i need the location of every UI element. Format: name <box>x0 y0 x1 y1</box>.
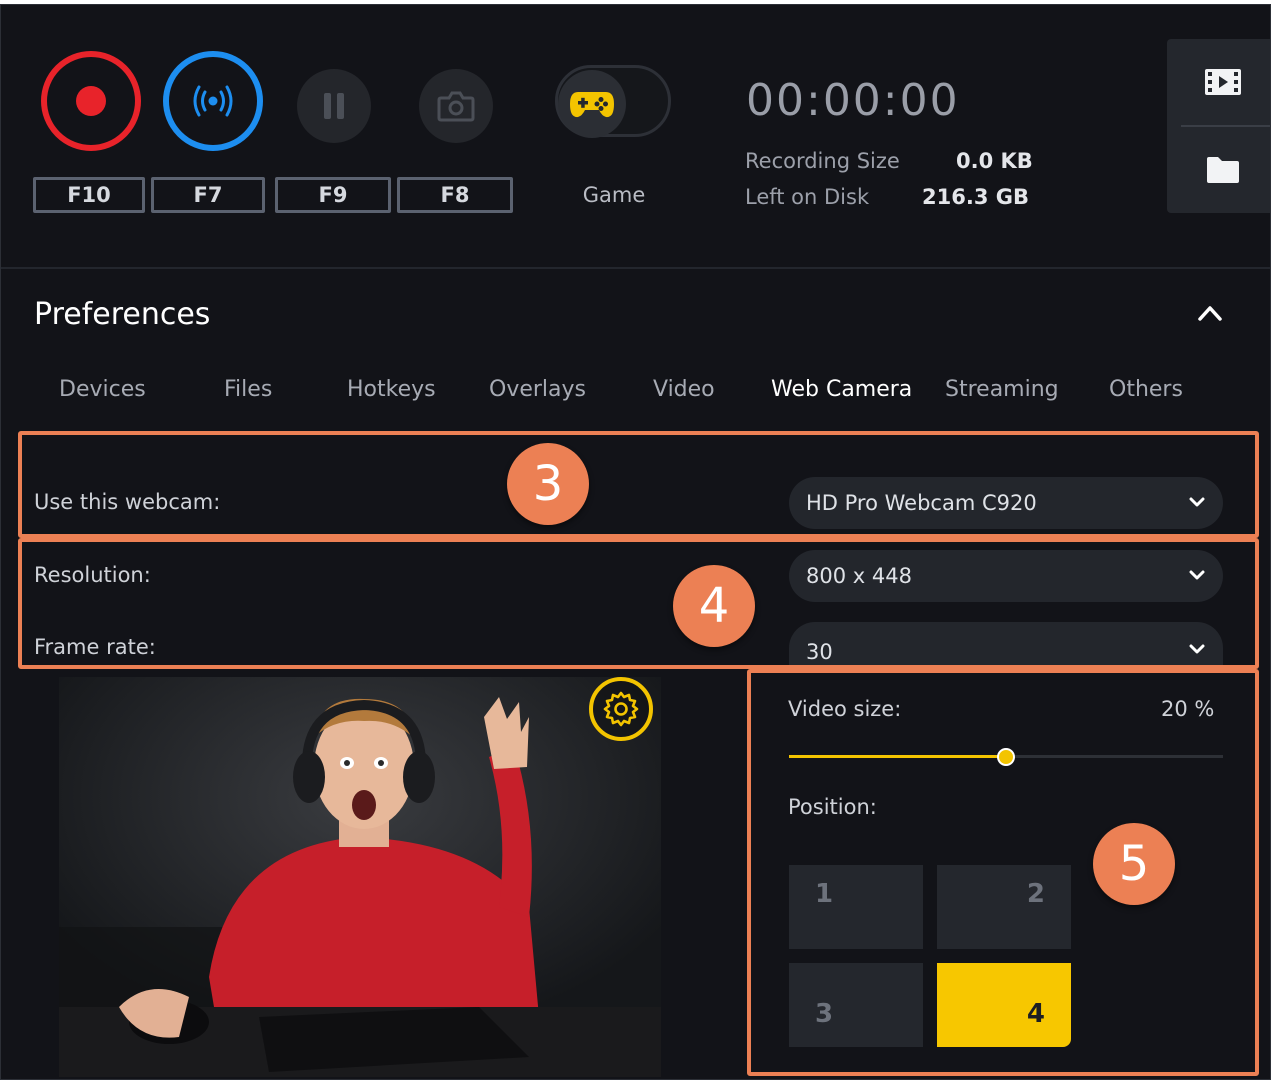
callout-box-3 <box>18 431 1259 538</box>
output-side-panel <box>1167 39 1270 213</box>
record-icon <box>76 86 106 116</box>
open-folder-button[interactable] <box>1205 155 1241 185</box>
recording-toolbar: F10 F7 F9 F8 Game 00:00:00 Recording Siz… <box>1 5 1270 269</box>
webcam-settings-button[interactable] <box>589 677 653 741</box>
stream-icon <box>193 85 233 117</box>
preferences-title: Preferences <box>34 297 211 332</box>
callout-badge-4: 4 <box>673 565 755 647</box>
side-panel-divider <box>1181 125 1270 127</box>
camera-icon <box>437 91 475 122</box>
screenshot-button[interactable] <box>419 69 493 143</box>
stream-button[interactable] <box>163 51 263 151</box>
left-on-disk-value: 216.3 GB <box>922 185 1029 209</box>
recording-timer: 00:00:00 <box>746 75 960 126</box>
callout-box-5 <box>747 669 1259 1076</box>
tab-others[interactable]: Others <box>1109 377 1183 402</box>
callout-badge-3: 3 <box>507 443 589 525</box>
record-button[interactable] <box>41 51 141 151</box>
callout-badge-5: 5 <box>1093 823 1175 905</box>
gear-icon <box>603 691 639 727</box>
callout-box-4 <box>18 538 1259 669</box>
recording-size-label: Recording Size <box>745 149 900 173</box>
film-icon <box>1205 69 1241 95</box>
open-video-button[interactable] <box>1203 67 1243 99</box>
gamepad-icon <box>570 92 614 118</box>
webcam-preview <box>59 677 661 1077</box>
hotkey-pause: F9 <box>275 177 391 213</box>
chevron-up-icon[interactable] <box>1197 303 1223 323</box>
pause-button[interactable] <box>297 69 371 143</box>
tab-devices[interactable]: Devices <box>59 377 146 402</box>
tab-video[interactable]: Video <box>653 377 715 402</box>
game-mode-label: Game <box>582 183 646 207</box>
tab-files[interactable]: Files <box>224 377 272 402</box>
hotkey-screenshot: F8 <box>397 177 513 213</box>
tab-overlays[interactable]: Overlays <box>489 377 586 402</box>
app-window: F10 F7 F9 F8 Game 00:00:00 Recording Siz… <box>0 4 1271 1080</box>
left-on-disk-label: Left on Disk <box>745 185 870 209</box>
hotkey-stream: F7 <box>151 177 265 213</box>
preferences-tabs: Devices Files Hotkeys Overlays Video Web… <box>1 377 1270 417</box>
game-mode-toggle[interactable] <box>555 65 671 138</box>
tab-streaming[interactable]: Streaming <box>945 377 1059 402</box>
hotkey-record: F10 <box>33 177 145 213</box>
tab-hotkeys[interactable]: Hotkeys <box>347 377 436 402</box>
webcam-preview-image <box>59 677 661 1077</box>
pause-icon <box>324 93 344 119</box>
recording-size-value: 0.0 KB <box>956 149 1033 173</box>
tab-web-camera[interactable]: Web Camera <box>771 377 912 402</box>
folder-icon <box>1207 157 1239 183</box>
game-toggle-knob <box>558 70 626 138</box>
